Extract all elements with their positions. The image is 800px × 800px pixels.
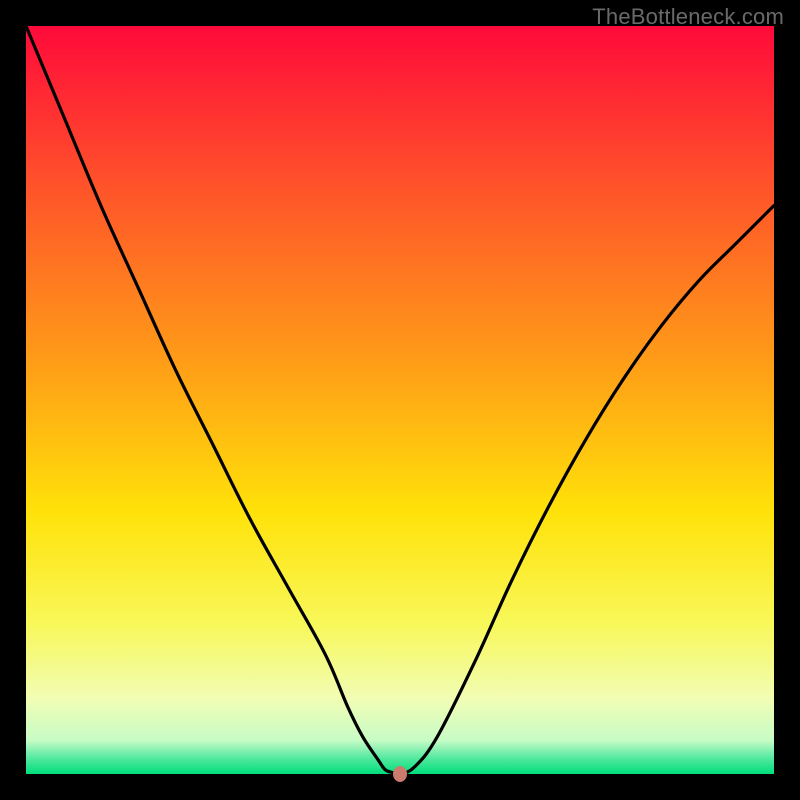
bottleneck-chart-svg: [0, 0, 800, 800]
optimum-marker: [393, 766, 407, 782]
chart-frame: TheBottleneck.com: [0, 0, 800, 800]
watermark-text: TheBottleneck.com: [592, 4, 784, 30]
plot-background: [26, 26, 774, 774]
